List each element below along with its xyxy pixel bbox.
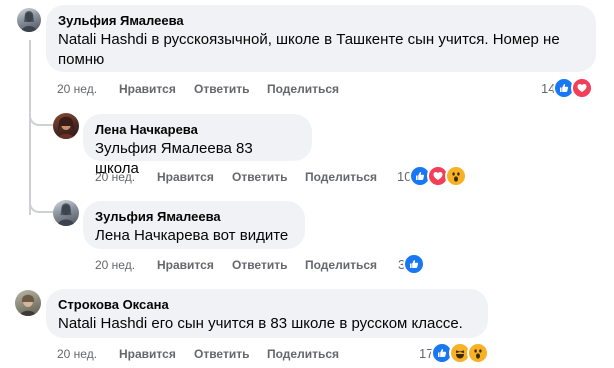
avatar-image <box>58 116 74 139</box>
avatar[interactable] <box>53 200 79 226</box>
reply-button[interactable]: Ответить <box>194 346 249 362</box>
avatar-image <box>21 11 37 32</box>
thread-line <box>29 40 31 215</box>
comment-author[interactable]: Зульфия Ямалеева <box>58 13 584 29</box>
like-button[interactable]: Нравится <box>119 346 176 362</box>
reactions-summary[interactable]: 10 <box>397 165 468 187</box>
share-button[interactable]: Поделиться <box>267 346 339 362</box>
love-icon <box>571 77 594 99</box>
comment-text: Natali Hashdi в русскоязычной, школе в Т… <box>58 31 560 68</box>
reactions-summary[interactable]: 17 <box>419 342 490 364</box>
comment-bubble: Строкова Оксана Natali Hashdi его сын уч… <box>46 289 488 338</box>
like-button[interactable]: Нравится <box>157 169 214 185</box>
comment-bubble: Зульфия Ямалеева Natali Hashdi в русскоя… <box>46 5 596 72</box>
comment-text: Natali Hashdi его сын учится в 83 школе … <box>58 315 463 332</box>
comment-text: Лена Начкарева вот видите <box>95 227 289 244</box>
comment-author[interactable]: Строкова Оксана <box>58 297 476 313</box>
avatar[interactable] <box>15 290 41 316</box>
comment-author[interactable]: Лена Начкарева <box>95 122 300 138</box>
avatar-image <box>20 294 36 316</box>
comment-author[interactable]: Зульфия Ямалеева <box>95 209 293 225</box>
like-icon <box>403 253 426 275</box>
comment-bubble: Зульфия Ямалеева Лена Начкарева вот види… <box>83 201 305 249</box>
comment-bubble: Лена Начкарева Зульфия Ямалеева 83 школа <box>83 114 312 177</box>
share-button[interactable]: Поделиться <box>305 257 377 273</box>
reply-button[interactable]: Ответить <box>232 169 287 185</box>
like-button[interactable]: Нравится <box>119 81 176 97</box>
comment-time[interactable]: 20 нед. <box>95 169 135 185</box>
comment-time[interactable]: 20 нед. <box>57 81 97 97</box>
reactions-summary[interactable]: 3 <box>398 253 426 275</box>
wow-icon <box>467 342 490 364</box>
reactions-summary[interactable]: 14 <box>541 77 594 99</box>
like-button[interactable]: Нравится <box>157 257 214 273</box>
wow-icon <box>445 165 468 187</box>
share-button[interactable]: Поделиться <box>267 81 339 97</box>
avatar[interactable] <box>53 113 79 139</box>
thread-branch <box>29 199 53 213</box>
thread-branch <box>29 113 53 126</box>
avatar-image <box>57 203 75 226</box>
comment-time[interactable]: 20 нед. <box>95 257 135 273</box>
reply-button[interactable]: Ответить <box>232 257 287 273</box>
share-button[interactable]: Поделиться <box>305 169 377 185</box>
comment-time[interactable]: 20 нед. <box>57 346 97 362</box>
reply-button[interactable]: Ответить <box>194 81 249 97</box>
avatar[interactable] <box>17 8 41 32</box>
